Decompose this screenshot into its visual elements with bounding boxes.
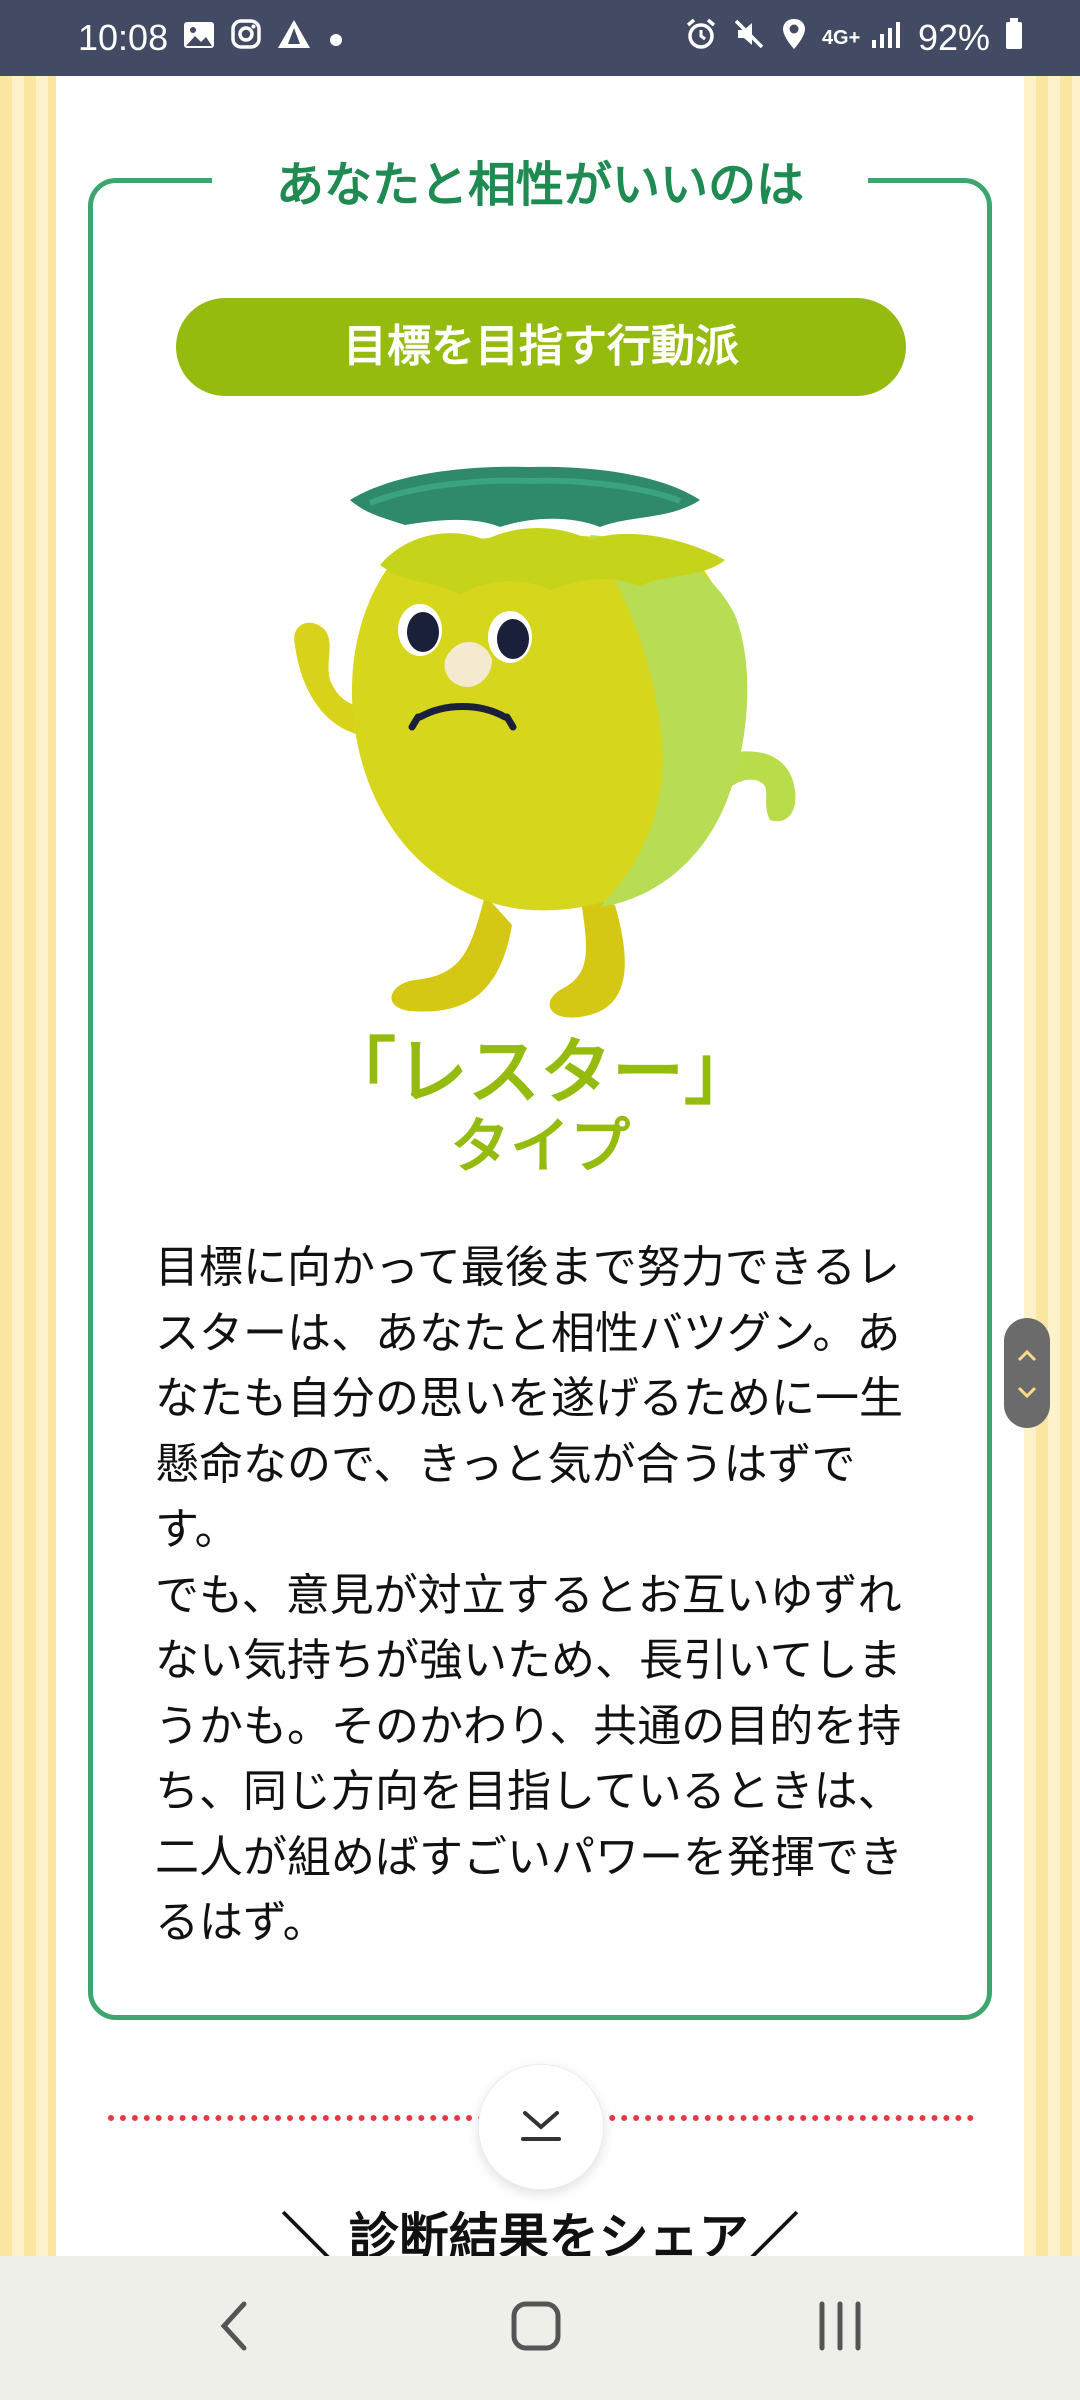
status-bar: 10:08 4G+ 92% bbox=[0, 0, 1080, 76]
arrow-down-icon bbox=[519, 2105, 563, 2149]
description-paragraph: 目標に向かって最後まで努力できるレスターは、あなたと相性バツグン。あなたも自分の… bbox=[155, 1242, 903, 1555]
type-badge: 目標を目指す行動派 bbox=[176, 298, 906, 396]
clock: 10:08 bbox=[78, 17, 169, 58]
back-button[interactable] bbox=[174, 2288, 294, 2368]
navigation-bar bbox=[0, 2256, 1080, 2400]
recents-icon bbox=[810, 2298, 870, 2358]
home-button[interactable] bbox=[476, 2288, 596, 2368]
lettuce-mascot-image bbox=[230, 455, 850, 1025]
dot-icon bbox=[326, 17, 346, 59]
recents-button[interactable] bbox=[780, 2288, 900, 2368]
scroll-handle[interactable] bbox=[1004, 1318, 1050, 1428]
back-icon bbox=[214, 2296, 254, 2360]
battery-icon bbox=[1004, 17, 1024, 60]
type-suffix: タイプ bbox=[450, 1112, 630, 1182]
type-description: 目標に向かって最後まで努力できるレスターは、あなたと相性バツグン。あなたも自分の… bbox=[155, 1235, 935, 1956]
scroll-down-button[interactable] bbox=[478, 2064, 604, 2190]
battery-percent: 92% bbox=[917, 17, 990, 58]
share-heading: ＼ 診断結果をシェア／ bbox=[281, 2208, 799, 2257]
type-name: 「レスター」 bbox=[323, 1030, 756, 1114]
chevron-down-icon bbox=[1016, 1376, 1038, 1406]
alarm-icon bbox=[684, 17, 718, 60]
description-paragraph: でも、意見が対立するとお互いゆずれない気持ちが強いため、長引いてしまうかも。その… bbox=[155, 1569, 903, 1949]
instagram-icon bbox=[230, 17, 262, 59]
chevron-up-icon bbox=[1016, 1340, 1038, 1370]
home-icon bbox=[508, 2298, 564, 2358]
card-title: あなたと相性がいいのは bbox=[212, 150, 868, 220]
network-type: 4G+ bbox=[821, 27, 861, 49]
location-icon bbox=[780, 17, 808, 60]
warning-icon bbox=[276, 17, 312, 59]
signal-icon bbox=[870, 17, 904, 59]
mute-icon bbox=[732, 17, 766, 60]
gallery-icon bbox=[182, 17, 216, 59]
